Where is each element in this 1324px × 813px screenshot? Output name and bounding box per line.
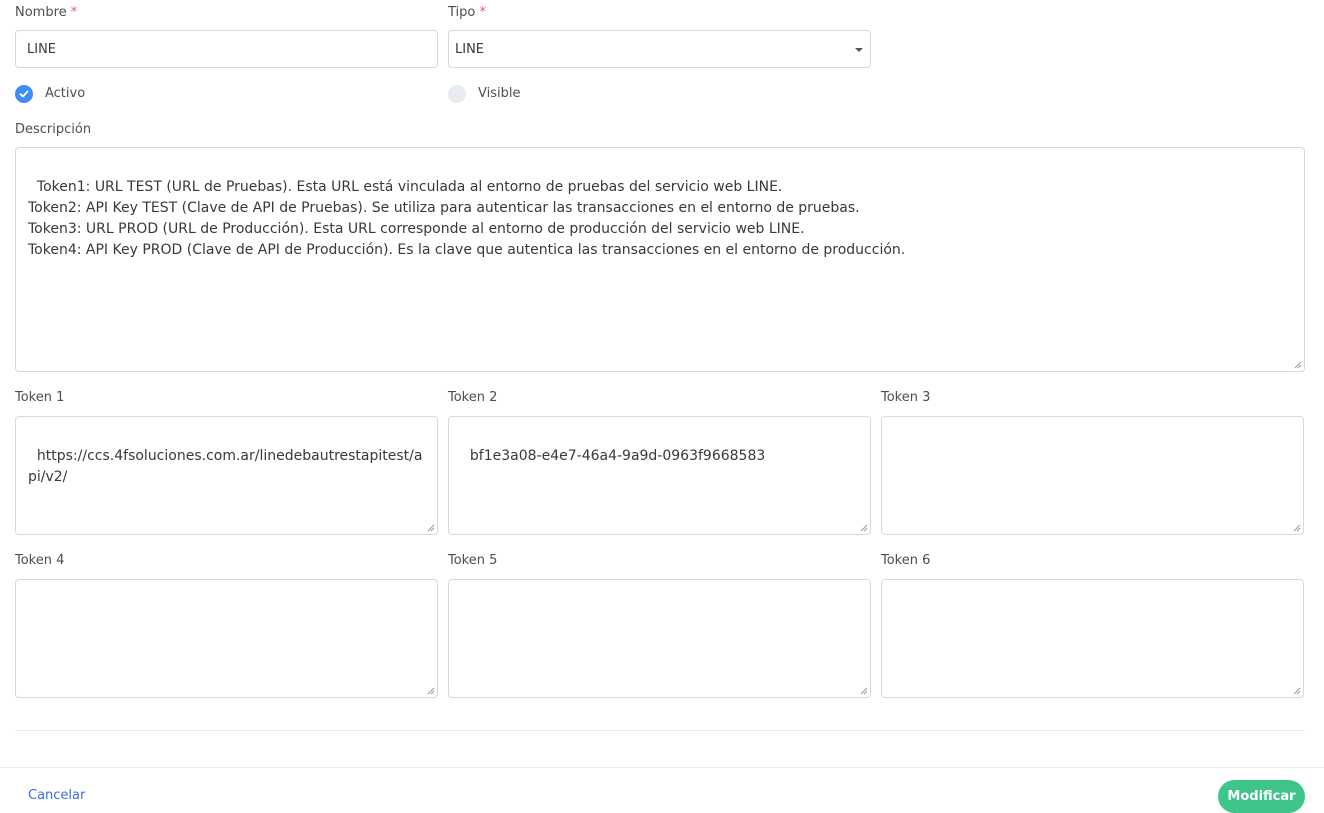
token-5-label: Token 5 bbox=[448, 553, 498, 568]
nombre-label-text: Nombre bbox=[15, 5, 67, 20]
descripcion-text: Token1: URL TEST (URL de Pruebas). Esta … bbox=[28, 179, 906, 258]
resize-grip-icon[interactable] bbox=[1294, 361, 1302, 369]
resize-grip-icon[interactable] bbox=[427, 524, 435, 532]
modify-button[interactable]: Modificar bbox=[1218, 780, 1305, 813]
nombre-input[interactable]: LINE bbox=[15, 30, 438, 68]
token-2-textarea[interactable]: bf1e3a08-e4e7-46a4-9a9d-0963f9668583 bbox=[448, 416, 871, 535]
token-3-textarea[interactable] bbox=[881, 416, 1304, 535]
tipo-label-text: Tipo bbox=[448, 5, 476, 20]
activo-label: Activo bbox=[45, 86, 86, 101]
tipo-select-value: LINE bbox=[455, 41, 485, 57]
checkmark-icon bbox=[19, 90, 29, 98]
tipo-select[interactable]: LINE bbox=[448, 30, 871, 68]
token-1-textarea[interactable]: https://ccs.4fsoluciones.com.ar/linedeba… bbox=[15, 416, 438, 535]
token-2-value: bf1e3a08-e4e7-46a4-9a9d-0963f9668583 bbox=[469, 448, 766, 464]
token-5-textarea[interactable] bbox=[448, 579, 871, 698]
tipo-label: Tipo * bbox=[448, 5, 486, 21]
token-3-label: Token 3 bbox=[881, 390, 931, 405]
nombre-input-value: LINE bbox=[27, 41, 57, 57]
tipo-required-mark: * bbox=[479, 5, 487, 20]
descripcion-textarea[interactable]: Token1: URL TEST (URL de Pruebas). Esta … bbox=[15, 147, 1305, 372]
token-1-value: https://ccs.4fsoluciones.com.ar/linedeba… bbox=[28, 448, 423, 485]
resize-grip-icon[interactable] bbox=[427, 687, 435, 695]
nombre-required-mark: * bbox=[70, 5, 78, 20]
nombre-label: Nombre * bbox=[15, 5, 77, 21]
token-1-label: Token 1 bbox=[15, 390, 65, 405]
resize-grip-icon[interactable] bbox=[860, 687, 868, 695]
resize-grip-icon[interactable] bbox=[1293, 524, 1301, 532]
form-divider bbox=[15, 730, 1305, 731]
footer-divider bbox=[0, 767, 1324, 768]
activo-checkbox[interactable] bbox=[15, 85, 33, 103]
visible-checkbox[interactable] bbox=[448, 85, 466, 103]
token-6-label: Token 6 bbox=[881, 553, 931, 568]
resize-grip-icon[interactable] bbox=[1293, 687, 1301, 695]
descripcion-label: Descripción bbox=[15, 122, 92, 137]
resize-grip-icon[interactable] bbox=[860, 524, 868, 532]
visible-label: Visible bbox=[478, 86, 521, 101]
token-2-label: Token 2 bbox=[448, 390, 498, 405]
token-4-label: Token 4 bbox=[15, 553, 65, 568]
chevron-down-icon bbox=[855, 48, 863, 52]
token-4-textarea[interactable] bbox=[15, 579, 438, 698]
cancel-button[interactable]: Cancelar bbox=[28, 788, 85, 803]
token-6-textarea[interactable] bbox=[881, 579, 1304, 698]
